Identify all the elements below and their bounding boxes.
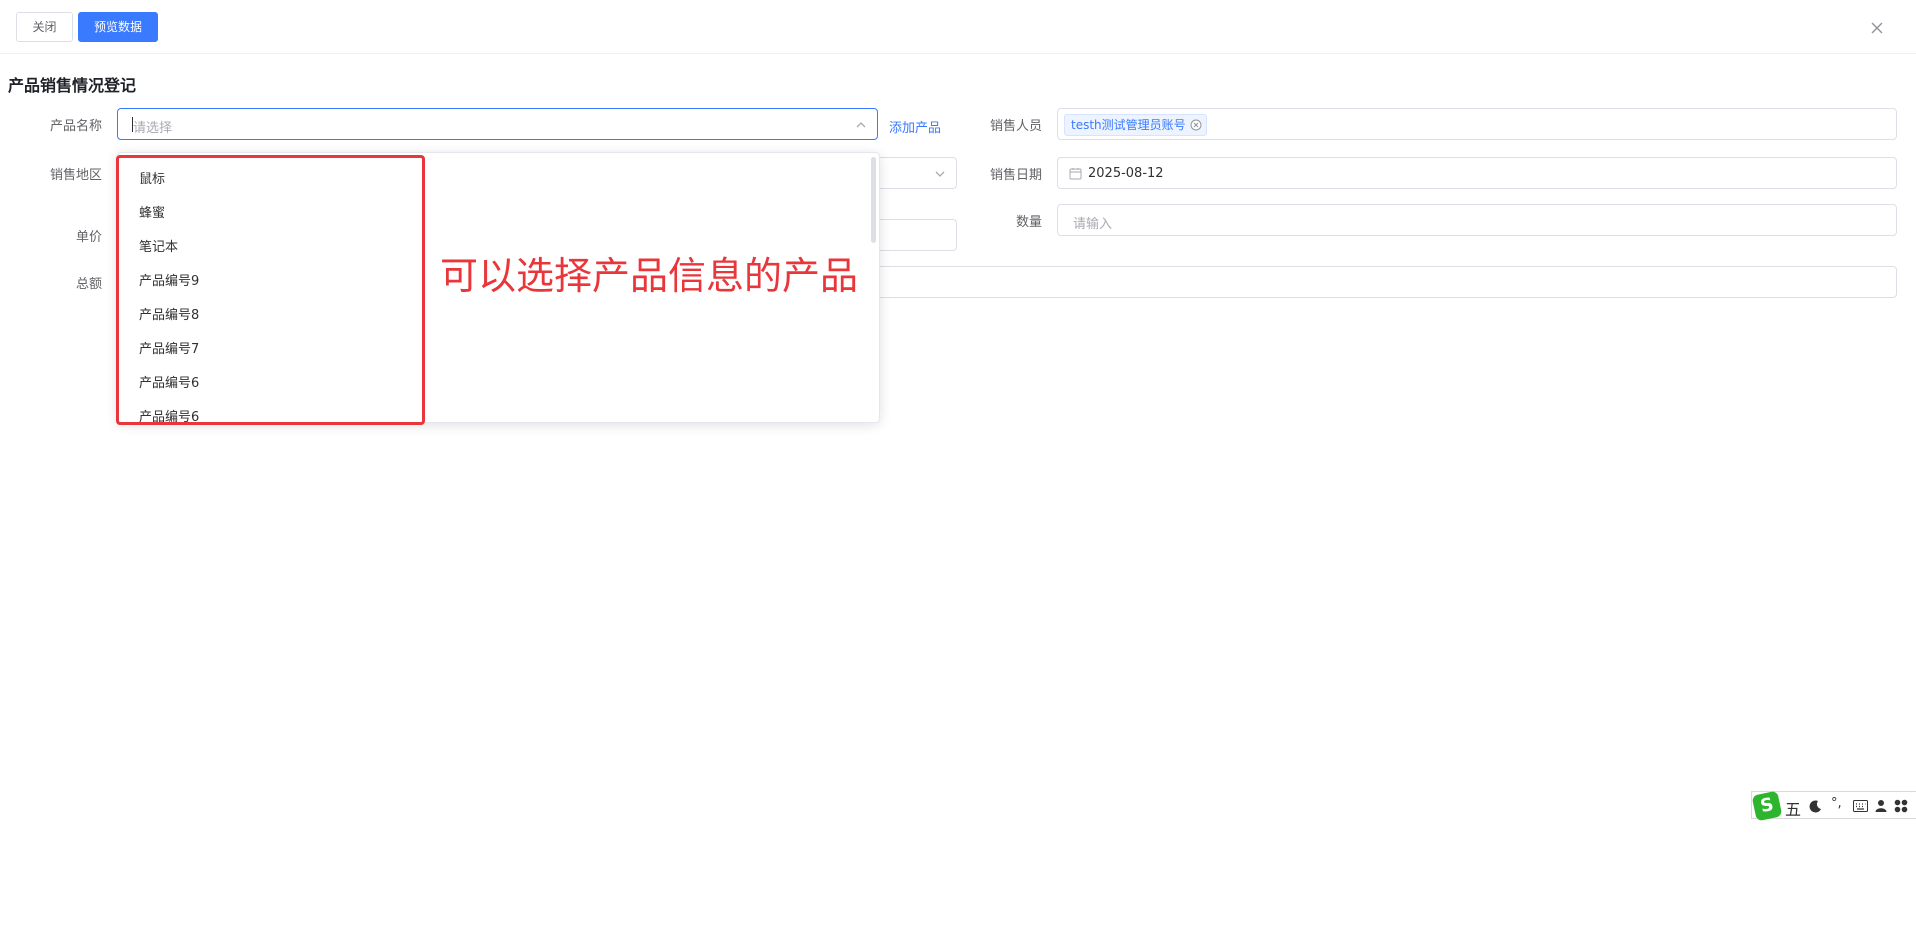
sale-date-value: 2025-08-12: [1088, 166, 1164, 181]
close-button[interactable]: 关闭: [16, 12, 73, 42]
close-icon[interactable]: [1866, 17, 1888, 39]
ime-punctuation[interactable]: °,: [1831, 796, 1842, 811]
add-product-link[interactable]: 添加产品: [889, 117, 941, 136]
quantity-placeholder: 请输入: [1073, 217, 1113, 232]
product-name-select[interactable]: 请选择: [117, 108, 878, 140]
product-name-label: 产品名称: [49, 119, 102, 134]
total-label: 总额: [75, 277, 102, 292]
quantity-input[interactable]: 请输入: [1057, 204, 1897, 236]
chevron-down-icon: [935, 171, 945, 177]
annotation-text: 可以选择产品信息的产品: [440, 254, 859, 298]
tag-close-icon[interactable]: [1190, 119, 1202, 131]
moon-icon[interactable]: [1809, 799, 1823, 813]
grid-menu-icon[interactable]: [1894, 799, 1908, 813]
quantity-label: 数量: [1015, 215, 1042, 230]
sale-date-label: 销售日期: [989, 168, 1042, 183]
ime-mode[interactable]: 五: [1785, 796, 1801, 820]
annotation-highlight-box: [116, 155, 425, 425]
top-toolbar: 关闭 预览数据: [0, 0, 1916, 54]
form-title: 产品销售情况登记: [8, 76, 137, 95]
dropdown-scrollbar[interactable]: [871, 157, 876, 243]
chevron-up-icon: [856, 122, 866, 128]
preview-data-button[interactable]: 预览数据: [78, 12, 158, 42]
ime-logo[interactable]: S: [1751, 790, 1783, 822]
unit-price-label: 单价: [75, 230, 102, 245]
user-icon[interactable]: [1875, 799, 1887, 813]
salesperson-tag: testh测试管理员账号: [1064, 114, 1207, 136]
salesperson-tag-label: testh测试管理员账号: [1071, 118, 1186, 132]
sale-date-picker[interactable]: 2025-08-12: [1057, 157, 1897, 189]
keyboard-icon[interactable]: [1853, 800, 1868, 812]
salesperson-label: 销售人员: [989, 119, 1042, 134]
region-label: 销售地区: [49, 168, 102, 183]
calendar-icon: [1069, 168, 1082, 180]
product-name-placeholder: 请选择: [133, 121, 173, 136]
ime-toolbar[interactable]: S 五 °,: [1751, 790, 1916, 822]
salesperson-select[interactable]: testh测试管理员账号: [1057, 108, 1897, 140]
